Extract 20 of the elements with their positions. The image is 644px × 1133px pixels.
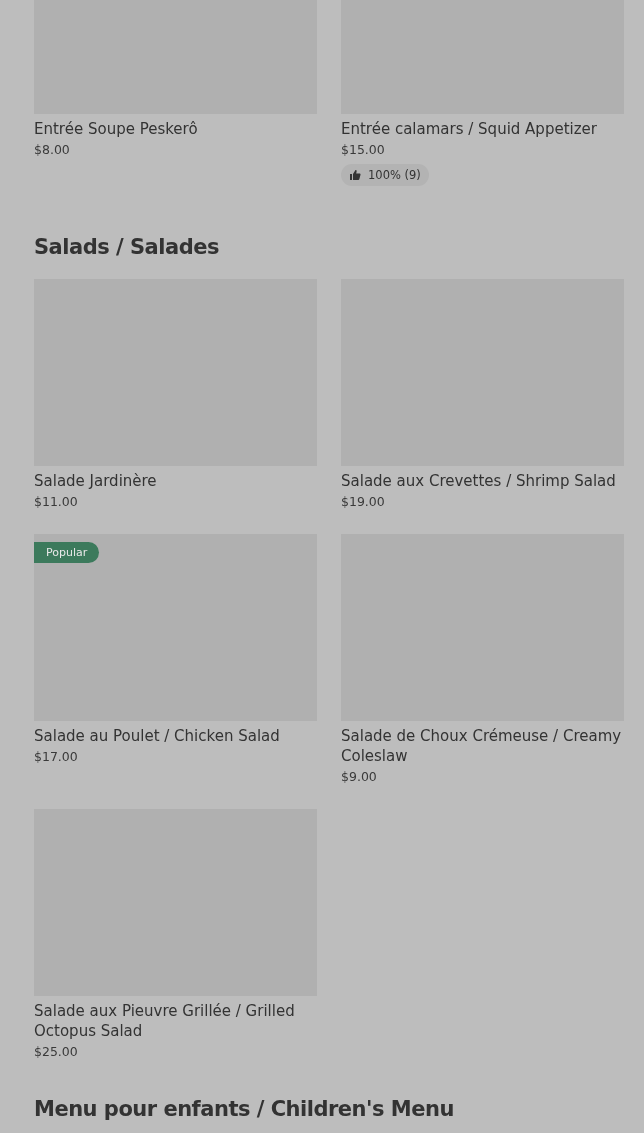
item-price: $9.00 [341,769,377,785]
item-price: $15.00 [341,142,385,158]
section-heading: Salads / Salades [34,234,220,261]
rating-text: 100% (9) [368,168,421,182]
thumbs-up-icon [349,169,361,181]
item-price: $25.00 [34,1044,78,1060]
item-name: Entrée Soupe Peskerô [34,119,198,139]
image-placeholder[interactable]: Popular [34,534,317,721]
item-name: Entrée calamars / Squid Appetizer [341,119,597,139]
item-price: $11.00 [34,494,78,510]
item-name: Salade au Poulet / Chicken Salad [34,726,280,746]
item-name: Salade de Choux Crémeuse / Creamy Coleslaw [341,726,623,766]
item-price: $17.00 [34,749,78,765]
item-name: Salade aux Crevettes / Shrimp Salad [341,471,616,491]
section-heading: Menu pour enfants / Children's Menu [34,1096,455,1122]
item-name: Salade aux Pieuvre Grillée / Grilled Octopus Salad [34,1001,296,1041]
item-price: $8.00 [34,142,70,158]
item-name: Salade Jardinère [34,471,157,491]
item-price: $19.00 [341,494,385,510]
popular-badge: Popular [34,542,100,563]
